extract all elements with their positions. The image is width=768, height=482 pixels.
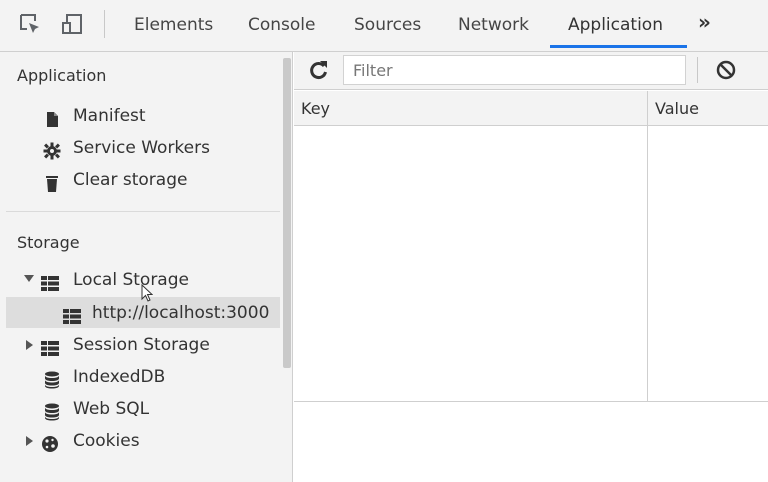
trash-icon xyxy=(44,172,61,192)
sidebar-item-label: Manifest xyxy=(73,106,146,126)
cookie-icon xyxy=(41,433,58,452)
sidebar-item-session-storage[interactable]: Session Storage xyxy=(24,330,244,360)
tab-network[interactable]: Network xyxy=(458,12,529,38)
toolbar-separator xyxy=(104,10,105,38)
sidebar-border xyxy=(292,52,293,482)
database-icon xyxy=(43,401,60,421)
toolbar-separator xyxy=(697,57,698,83)
sidebar-item-label: IndexedDB xyxy=(73,367,166,387)
sidebar-item-localhost-origin[interactable]: http://localhost:3000 xyxy=(62,298,277,328)
sidebar-item-web-sql[interactable]: Web SQL xyxy=(42,394,242,424)
sidebar-item-label: Session Storage xyxy=(73,335,210,355)
sidebar-divider xyxy=(6,211,280,212)
expand-arrow-right-icon[interactable] xyxy=(26,340,33,350)
inspect-element-icon[interactable] xyxy=(17,11,43,37)
grid-icon xyxy=(41,337,59,356)
column-header-value[interactable]: Value xyxy=(655,91,699,126)
expand-arrow-right-icon[interactable] xyxy=(26,436,33,446)
active-tab-indicator xyxy=(550,45,687,48)
column-header-key[interactable]: Key xyxy=(301,91,330,126)
sidebar-item-label: http://localhost:3000 xyxy=(92,303,270,323)
sidebar-item-label: Clear storage xyxy=(73,170,188,190)
filter-input[interactable] xyxy=(343,55,686,85)
device-toolbar-icon[interactable] xyxy=(60,11,86,37)
sidebar-item-clear-storage[interactable]: Clear storage xyxy=(42,165,242,195)
tab-console[interactable]: Console xyxy=(248,12,316,38)
column-divider[interactable] xyxy=(647,91,648,402)
sidebar-item-label: Cookies xyxy=(73,431,140,451)
section-application-title: Application xyxy=(17,66,107,85)
tab-elements[interactable]: Elements xyxy=(134,12,213,38)
sidebar-item-label: Local Storage xyxy=(73,270,189,290)
tab-sources[interactable]: Sources xyxy=(354,12,421,38)
sidebar-item-manifest[interactable]: Manifest xyxy=(42,101,242,131)
section-storage-title: Storage xyxy=(17,233,80,252)
grid-icon xyxy=(63,305,81,324)
tab-application[interactable]: Application xyxy=(568,12,663,38)
sidebar-item-label: Web SQL xyxy=(73,399,150,419)
document-icon xyxy=(44,108,61,127)
grid-icon xyxy=(41,272,59,291)
sidebar-scrollbar-thumb[interactable] xyxy=(283,58,291,368)
table-bottom-border xyxy=(294,401,768,402)
gear-icon xyxy=(43,140,61,160)
database-icon xyxy=(43,369,60,389)
sidebar-item-indexeddb[interactable]: IndexedDB xyxy=(42,362,242,392)
more-tabs-chevron-icon[interactable]: » xyxy=(698,10,711,34)
storage-table-body[interactable] xyxy=(294,126,768,401)
sidebar-item-label: Service Workers xyxy=(73,138,210,158)
sidebar-item-cookies[interactable]: Cookies xyxy=(24,426,244,456)
clear-all-icon[interactable] xyxy=(714,58,738,82)
sidebar-item-local-storage[interactable]: Local Storage xyxy=(24,265,244,295)
refresh-icon[interactable] xyxy=(307,59,329,81)
sidebar-item-service-workers[interactable]: Service Workers xyxy=(42,133,242,163)
expand-arrow-down-icon[interactable] xyxy=(24,275,34,282)
mouse-cursor-icon xyxy=(141,284,153,302)
